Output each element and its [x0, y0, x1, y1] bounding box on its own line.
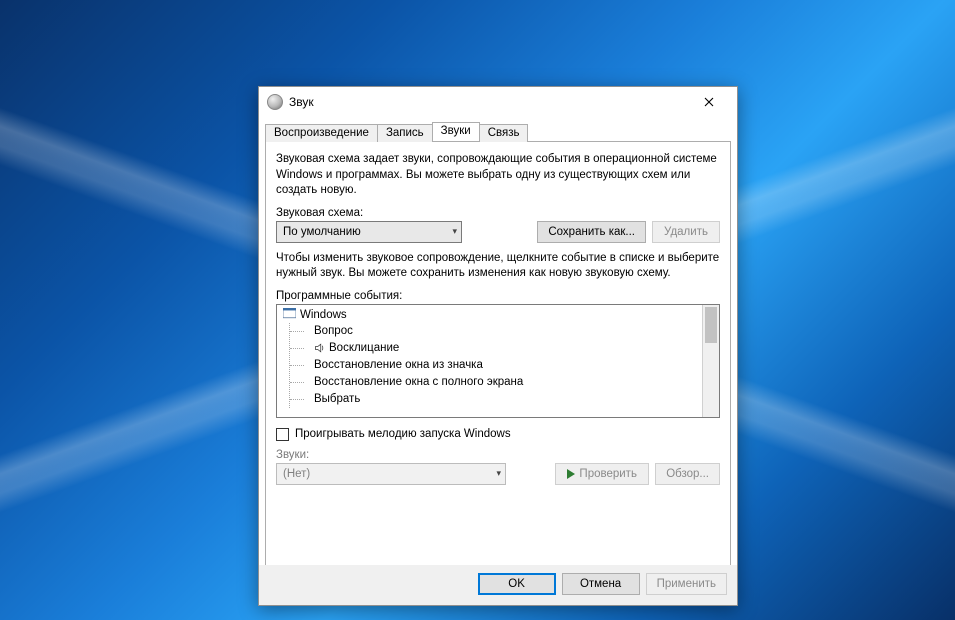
- scrollbar[interactable]: [702, 305, 719, 417]
- tree-root-label: Windows: [300, 309, 347, 321]
- close-icon: [704, 97, 714, 107]
- events-listbox[interactable]: Windows Вопрос Восклицание Восстановление …: [276, 304, 720, 418]
- tree-item[interactable]: Восклицание: [290, 340, 702, 357]
- chevron-down-icon: ▾: [496, 468, 501, 479]
- tab-strip: Воспроизведение Запись Звуки Связь: [265, 119, 731, 141]
- tree-root-windows[interactable]: Windows: [283, 307, 702, 323]
- windows-icon: [283, 308, 296, 321]
- tree-item[interactable]: Восстановление окна из значка: [290, 357, 702, 374]
- scrollbar-thumb[interactable]: [705, 307, 717, 343]
- startup-sound-checkbox[interactable]: [276, 428, 289, 441]
- save-as-button[interactable]: Сохранить как...: [537, 221, 646, 243]
- tree-item[interactable]: Выбрать: [290, 391, 702, 408]
- tree-item-label: Вопрос: [314, 325, 353, 337]
- tab-record[interactable]: Запись: [377, 124, 433, 142]
- test-button: Проверить: [555, 463, 649, 485]
- browse-button: Обзор...: [655, 463, 720, 485]
- tree-item-label: Выбрать: [314, 393, 360, 405]
- desktop-wallpaper: Звук Воспроизведение Запись Звуки Связь …: [0, 0, 955, 620]
- scheme-label: Звуковая схема:: [276, 207, 720, 219]
- close-button[interactable]: [687, 88, 731, 116]
- play-icon: [567, 469, 575, 479]
- scheme-dropdown[interactable]: По умолчанию ▾: [276, 221, 462, 243]
- window-title: Звук: [289, 95, 314, 109]
- tree-item[interactable]: Вопрос: [290, 323, 702, 340]
- tree-item-label: Восклицание: [329, 342, 399, 354]
- scheme-description: Звуковая схема задает звуки, сопровождаю…: [276, 152, 720, 199]
- sound-file-dropdown: (Нет) ▾: [276, 463, 506, 485]
- sounds-label: Звуки:: [276, 449, 720, 461]
- tab-playback[interactable]: Воспроизведение: [265, 124, 378, 142]
- tab-sounds[interactable]: Звуки: [432, 122, 480, 141]
- tab-communication[interactable]: Связь: [479, 124, 529, 142]
- tree-item-label: Восстановление окна с полного экрана: [314, 376, 523, 388]
- tree-item[interactable]: Восстановление окна с полного экрана: [290, 374, 702, 391]
- tab-panel-sounds: Звуковая схема задает звуки, сопровождаю…: [265, 141, 731, 579]
- dialog-footer: OK Отмена Применить: [259, 565, 737, 605]
- ok-button[interactable]: OK: [478, 573, 556, 595]
- sound-dialog: Звук Воспроизведение Запись Звуки Связь …: [258, 86, 738, 606]
- events-label: Программные события:: [276, 290, 720, 302]
- speaker-icon: [314, 342, 326, 354]
- events-description: Чтобы изменить звуковое сопровождение, щ…: [276, 251, 720, 282]
- cancel-button[interactable]: Отмена: [562, 573, 640, 595]
- tree-item-label: Восстановление окна из значка: [314, 359, 483, 371]
- app-icon: [267, 94, 283, 110]
- startup-sound-label: Проигрывать мелодию запуска Windows: [295, 428, 511, 440]
- scheme-dropdown-value: По умолчанию: [283, 226, 361, 238]
- apply-button: Применить: [646, 573, 727, 595]
- titlebar: Звук: [259, 87, 737, 117]
- sound-file-value: (Нет): [283, 468, 310, 480]
- chevron-down-icon: ▾: [452, 226, 457, 237]
- delete-button: Удалить: [652, 221, 720, 243]
